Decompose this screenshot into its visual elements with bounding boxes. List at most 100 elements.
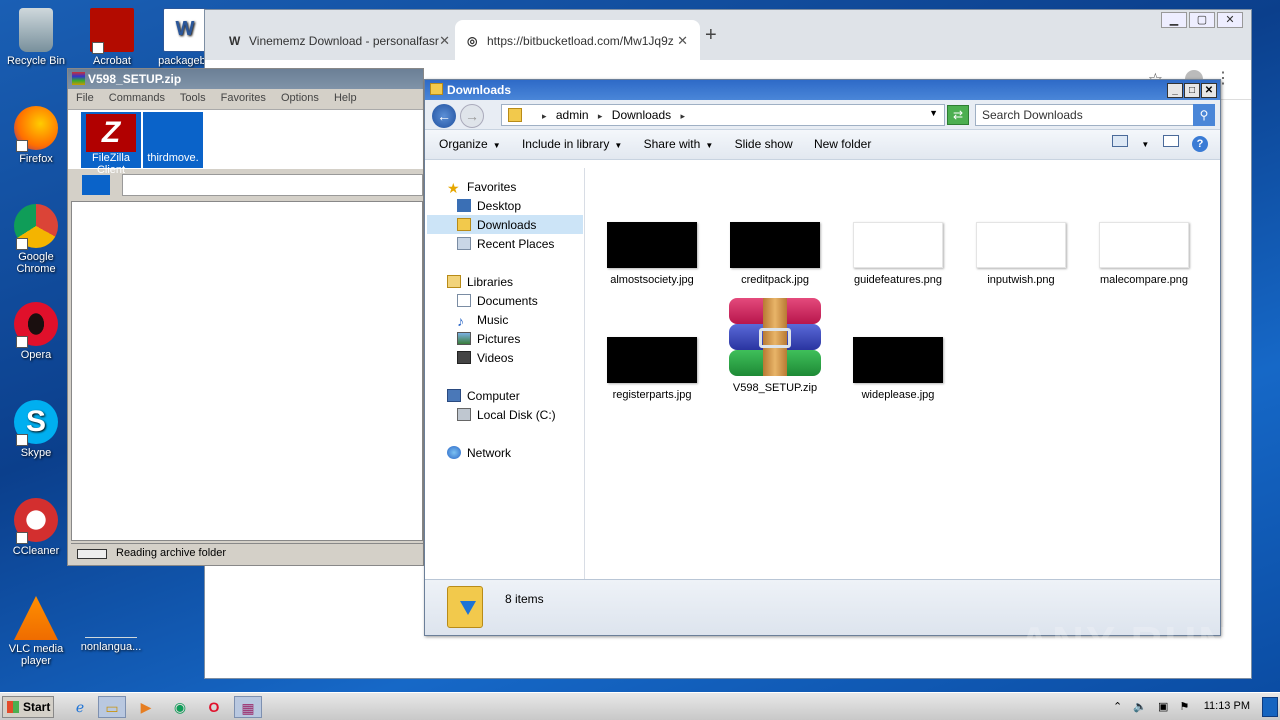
close-tab-icon[interactable]: ✕ (439, 33, 450, 49)
winrar-window[interactable]: V598_SETUP.zip File Commands Tools Favor… (67, 68, 424, 566)
nav-label: Recent Places (477, 237, 555, 251)
file-item[interactable]: wideplease.jpg (843, 337, 953, 401)
desktop-icon-vlc[interactable]: VLC media player (1, 596, 71, 667)
menu-file[interactable]: File (76, 92, 94, 104)
nav-videos[interactable]: Videos (427, 348, 583, 367)
desktop-icon-acrobat[interactable]: Acrobat (77, 8, 147, 67)
share-with-button[interactable]: Share with ▼ (644, 137, 714, 151)
winrar-taskbar-icon[interactable]: ▦ (234, 696, 262, 718)
breadcrumb-downloads[interactable]: Downloads (612, 108, 671, 122)
help-icon[interactable]: ? (1192, 136, 1208, 152)
desktop-icon-firefox[interactable]: Firefox (1, 106, 71, 165)
vlc-icon (14, 596, 58, 640)
file-item[interactable]: malecompare.png (1089, 222, 1199, 286)
clock[interactable]: 11:13 PM (1204, 700, 1250, 712)
maximize-icon[interactable]: ▢ (1189, 12, 1215, 28)
menu-favorites[interactable]: Favorites (221, 92, 266, 104)
file-item[interactable]: V598_SETUP.zip (720, 298, 830, 394)
menu-commands[interactable]: Commands (109, 92, 165, 104)
menu-help[interactable]: Help (334, 92, 357, 104)
file-item[interactable]: guidefeatures.png (843, 222, 953, 286)
filezilla-shortcut[interactable]: Z FileZilla Client (81, 112, 141, 176)
nav-local-disk[interactable]: Local Disk (C:) (427, 405, 583, 424)
network-icon (447, 446, 461, 459)
nav-documents[interactable]: Documents (427, 291, 583, 310)
volume-icon[interactable]: 🔈 (1133, 700, 1147, 713)
back-arrow-icon[interactable]: ← (432, 104, 456, 128)
refresh-icon[interactable]: ⇄ (947, 105, 969, 125)
menu-options[interactable]: Options (281, 92, 319, 104)
file-item[interactable]: inputwish.png (966, 222, 1076, 286)
desktop-icon-recycle-bin[interactable]: Recycle Bin (1, 8, 71, 67)
new-folder-button[interactable]: New folder (814, 137, 871, 151)
minimize-icon[interactable]: _ (1167, 83, 1183, 98)
chevron-down-icon[interactable]: ▼ (1141, 140, 1149, 149)
explorer-titlebar[interactable]: Downloads _ □ ✕ (425, 80, 1220, 100)
forward-arrow-icon[interactable]: → (460, 104, 484, 128)
file-item[interactable]: almostsociety.jpg (597, 222, 707, 286)
desktop-icon-opera[interactable]: Opera (1, 302, 71, 361)
new-tab-button[interactable]: + (705, 24, 717, 47)
show-hidden-icons-icon[interactable]: ⌃ (1113, 700, 1122, 713)
browser-tab[interactable]: W Vinememz Download - personalfasr ✕ (217, 20, 462, 60)
chevron-right-icon[interactable]: ▸ (542, 111, 547, 121)
include-in-library-button[interactable]: Include in library ▼ (522, 137, 622, 151)
search-icon[interactable]: ⚲ (1193, 104, 1215, 126)
breadcrumb[interactable]: ▸ admin ▸ Downloads ▸ ▼ (501, 104, 945, 126)
nav-favorites[interactable]: ★ Favorites (427, 177, 583, 196)
nav-downloads[interactable]: Downloads (427, 215, 583, 234)
organize-button[interactable]: Organize ▼ (439, 137, 501, 151)
chevron-right-icon[interactable]: ▸ (598, 111, 603, 121)
network-tray-icon[interactable]: ▣ (1158, 700, 1168, 713)
chevron-down-icon[interactable]: ▼ (929, 108, 938, 118)
up-folder-button[interactable] (82, 175, 110, 195)
opera-taskbar-icon[interactable]: O (200, 696, 228, 718)
file-name: malecompare.png (1099, 274, 1189, 286)
close-tab-icon[interactable]: ✕ (677, 33, 688, 49)
nav-computer[interactable]: Computer (427, 386, 583, 405)
show-desktop-button[interactable] (1262, 697, 1278, 717)
nav-pictures[interactable]: Pictures (427, 329, 583, 348)
close-icon[interactable]: ✕ (1217, 12, 1243, 28)
desktop-icon-skype[interactable]: S Skype (1, 400, 71, 459)
nav-label: Computer (467, 389, 520, 403)
file-item[interactable]: creditpack.jpg (720, 222, 830, 286)
search-input[interactable]: Search Downloads ⚲ (975, 104, 1215, 126)
nav-label: Documents (477, 294, 538, 308)
breadcrumb-admin[interactable]: admin (556, 108, 589, 122)
thirdmove-shortcut[interactable]: thirdmove. (143, 112, 203, 168)
desktop-icon-nonlangua[interactable]: nonlangua... (76, 612, 146, 653)
ie-taskbar-icon[interactable]: ℯ (66, 696, 94, 718)
action-center-flag-icon[interactable]: ⚑ (1180, 700, 1190, 713)
explorer-window-controls: _ □ ✕ (1166, 82, 1217, 98)
image-thumbnail (607, 337, 697, 383)
winrar-path-field[interactable] (122, 174, 423, 196)
menu-tools[interactable]: Tools (180, 92, 206, 104)
file-item[interactable]: registerparts.jpg (597, 337, 707, 401)
nav-recent-places[interactable]: Recent Places (427, 234, 583, 253)
nav-music[interactable]: ♪ Music (427, 310, 583, 329)
explorer-taskbar-icon[interactable]: ▭ (98, 696, 126, 718)
nav-network[interactable]: Network (427, 443, 583, 462)
explorer-window[interactable]: Downloads _ □ ✕ ← → ▸ admin ▸ Downloads ▸ … (424, 79, 1221, 636)
browser-tab-active[interactable]: ◎ https://bitbucketload.com/Mw1Jq9z ✕ (455, 20, 700, 60)
maximize-icon[interactable]: □ (1184, 83, 1200, 98)
preview-pane-icon[interactable] (1162, 135, 1179, 147)
chevron-right-icon[interactable]: ▸ (681, 111, 686, 121)
desktop-icon-chrome[interactable]: Google Chrome (1, 204, 71, 275)
nav-label: Downloads (477, 218, 537, 232)
nav-libraries[interactable]: Libraries (427, 272, 583, 291)
minimize-icon[interactable]: ▁ (1161, 12, 1187, 28)
winrar-file-list[interactable] (71, 201, 423, 541)
winrar-titlebar[interactable]: V598_SETUP.zip (68, 69, 423, 89)
command-bar: Organize ▼ Include in library ▼ Share with… (425, 130, 1220, 160)
chrome-taskbar-icon[interactable]: ◉ (166, 696, 194, 718)
winrar-status-text: Reading archive folder (116, 547, 227, 559)
desktop-icon-ccleaner[interactable]: CCleaner (1, 498, 71, 557)
close-icon[interactable]: ✕ (1201, 83, 1217, 98)
start-button[interactable]: Start (2, 696, 54, 718)
slide-show-button[interactable]: Slide show (735, 137, 793, 151)
media-player-taskbar-icon[interactable]: ▶ (132, 696, 160, 718)
change-view-icon[interactable] (1112, 135, 1129, 147)
nav-desktop[interactable]: Desktop (427, 196, 583, 215)
